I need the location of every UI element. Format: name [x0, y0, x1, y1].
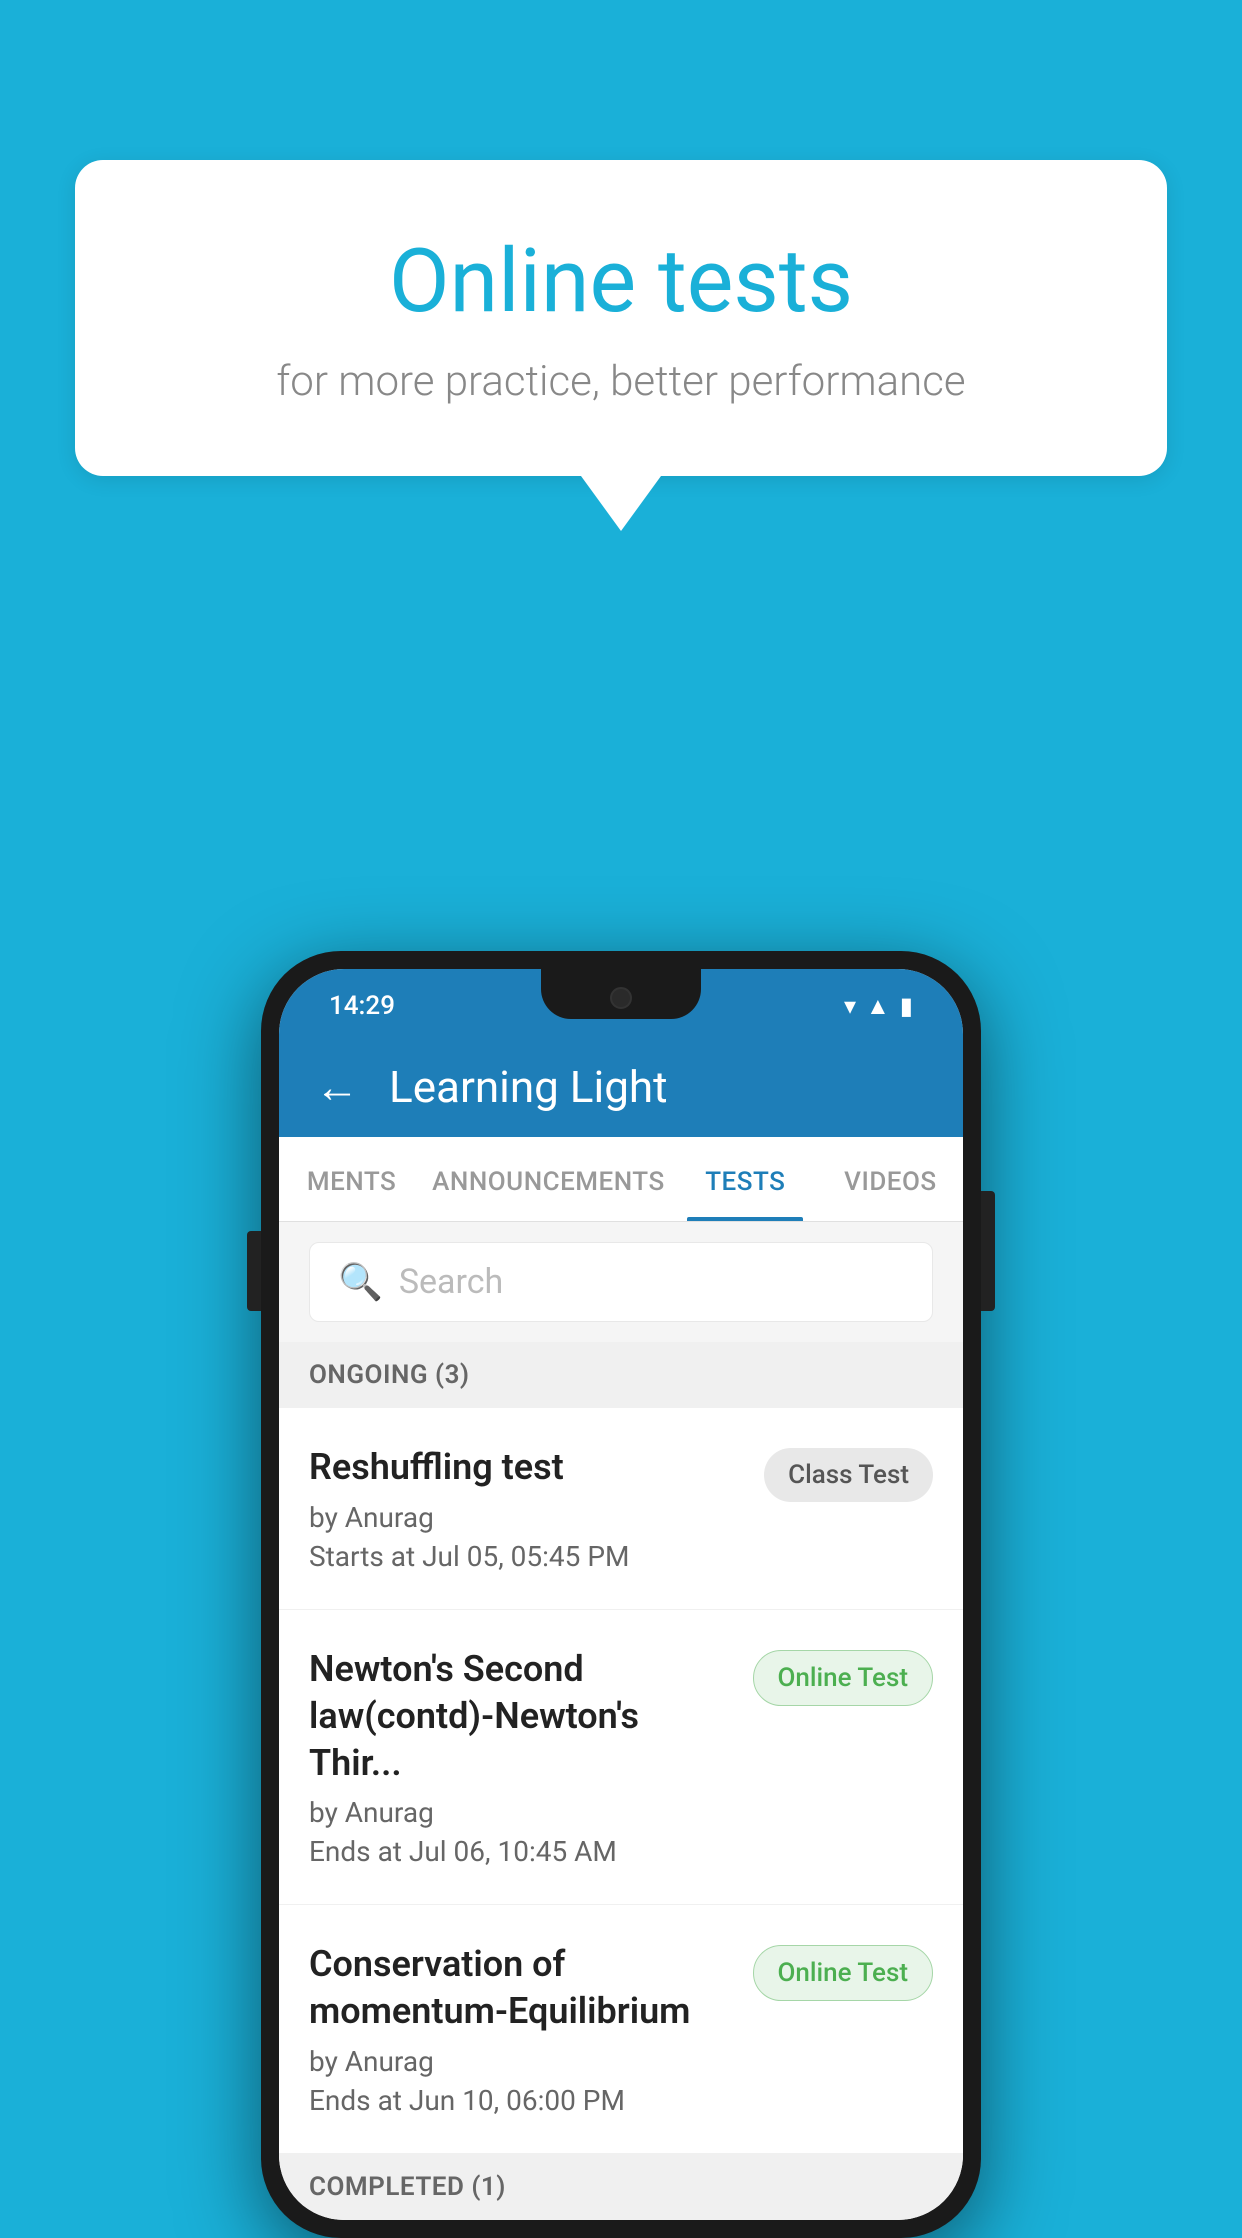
speech-bubble-subtitle: for more practice, better performance — [135, 357, 1107, 406]
phone-mockup: 14:29 ▾ ▲ ▮ ← Learning Light MENTS ANNOU… — [261, 951, 981, 2238]
tab-tests[interactable]: TESTS — [673, 1137, 818, 1221]
back-button[interactable]: ← — [315, 1061, 359, 1113]
speech-bubble-section: Online tests for more practice, better p… — [75, 160, 1167, 531]
speech-bubble-tail — [581, 476, 661, 531]
test-title-reshuffling: Reshuffling test — [309, 1444, 744, 1491]
test-title-newton: Newton's Second law(contd)-Newton's Thir… — [309, 1646, 733, 1786]
search-placeholder: Search — [399, 1262, 503, 1302]
tabs-bar: MENTS ANNOUNCEMENTS TESTS VIDEOS — [279, 1137, 963, 1222]
status-bar: 14:29 ▾ ▲ ▮ — [279, 969, 963, 1037]
tab-assignments[interactable]: MENTS — [279, 1137, 424, 1221]
signal-icon: ▲ — [866, 992, 890, 1021]
tab-videos[interactable]: VIDEOS — [818, 1137, 963, 1221]
app-title: Learning Light — [389, 1061, 668, 1113]
tab-announcements[interactable]: ANNOUNCEMENTS — [424, 1137, 673, 1221]
camera — [610, 987, 632, 1009]
search-container: 🔍 Search — [279, 1222, 963, 1342]
search-box[interactable]: 🔍 Search — [309, 1242, 933, 1322]
status-icons: ▾ ▲ ▮ — [844, 992, 913, 1021]
test-title-conservation: Conservation of momentum-Equilibrium — [309, 1941, 733, 2035]
test-badge-conservation: Online Test — [753, 1945, 934, 2001]
test-date-conservation: Ends at Jun 10, 06:00 PM — [309, 2084, 733, 2117]
test-info-newton: Newton's Second law(contd)-Newton's Thir… — [309, 1646, 733, 1868]
speech-bubble-title: Online tests — [135, 230, 1107, 333]
test-date-reshuffling: Starts at Jul 05, 05:45 PM — [309, 1540, 744, 1573]
test-badge-reshuffling: Class Test — [764, 1448, 933, 1502]
test-badge-newton: Online Test — [753, 1650, 934, 1706]
notch — [541, 969, 701, 1019]
test-item-conservation[interactable]: Conservation of momentum-Equilibrium by … — [279, 1905, 963, 2154]
test-info-reshuffling: Reshuffling test by Anurag Starts at Jul… — [309, 1444, 744, 1573]
test-info-conservation: Conservation of momentum-Equilibrium by … — [309, 1941, 733, 2117]
test-date-newton: Ends at Jul 06, 10:45 AM — [309, 1835, 733, 1868]
wifi-icon: ▾ — [844, 992, 856, 1020]
test-item-reshuffling[interactable]: Reshuffling test by Anurag Starts at Jul… — [279, 1408, 963, 1610]
section-header-completed: COMPLETED (1) — [279, 2154, 963, 2220]
section-header-ongoing: ONGOING (3) — [279, 1342, 963, 1408]
battery-icon: ▮ — [900, 992, 913, 1020]
test-author-reshuffling: by Anurag — [309, 1501, 744, 1534]
status-time: 14:29 — [329, 991, 395, 1021]
phone-outer: 14:29 ▾ ▲ ▮ ← Learning Light MENTS ANNOU… — [261, 951, 981, 2238]
test-item-newton[interactable]: Newton's Second law(contd)-Newton's Thir… — [279, 1610, 963, 1905]
test-author-newton: by Anurag — [309, 1796, 733, 1829]
app-bar: ← Learning Light — [279, 1037, 963, 1137]
search-icon: 🔍 — [338, 1261, 383, 1303]
test-author-conservation: by Anurag — [309, 2045, 733, 2078]
phone-inner: 14:29 ▾ ▲ ▮ ← Learning Light MENTS ANNOU… — [279, 969, 963, 2220]
speech-bubble: Online tests for more practice, better p… — [75, 160, 1167, 476]
